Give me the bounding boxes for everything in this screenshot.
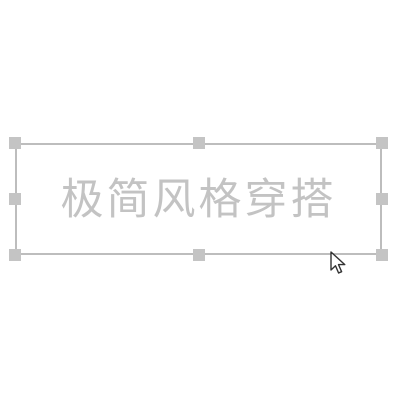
selection-frame xyxy=(15,143,382,255)
resize-handle-bottom-middle[interactable] xyxy=(193,249,205,261)
resize-handle-middle-right[interactable] xyxy=(376,193,388,205)
design-canvas[interactable]: 极简风格穿搭 xyxy=(0,0,400,400)
resize-handle-top-left[interactable] xyxy=(9,137,21,149)
resize-handle-bottom-right[interactable] xyxy=(376,249,388,261)
resize-handle-bottom-left[interactable] xyxy=(9,249,21,261)
resize-handle-middle-left[interactable] xyxy=(9,193,21,205)
resize-handle-top-right[interactable] xyxy=(376,137,388,149)
resize-handle-top-middle[interactable] xyxy=(193,137,205,149)
